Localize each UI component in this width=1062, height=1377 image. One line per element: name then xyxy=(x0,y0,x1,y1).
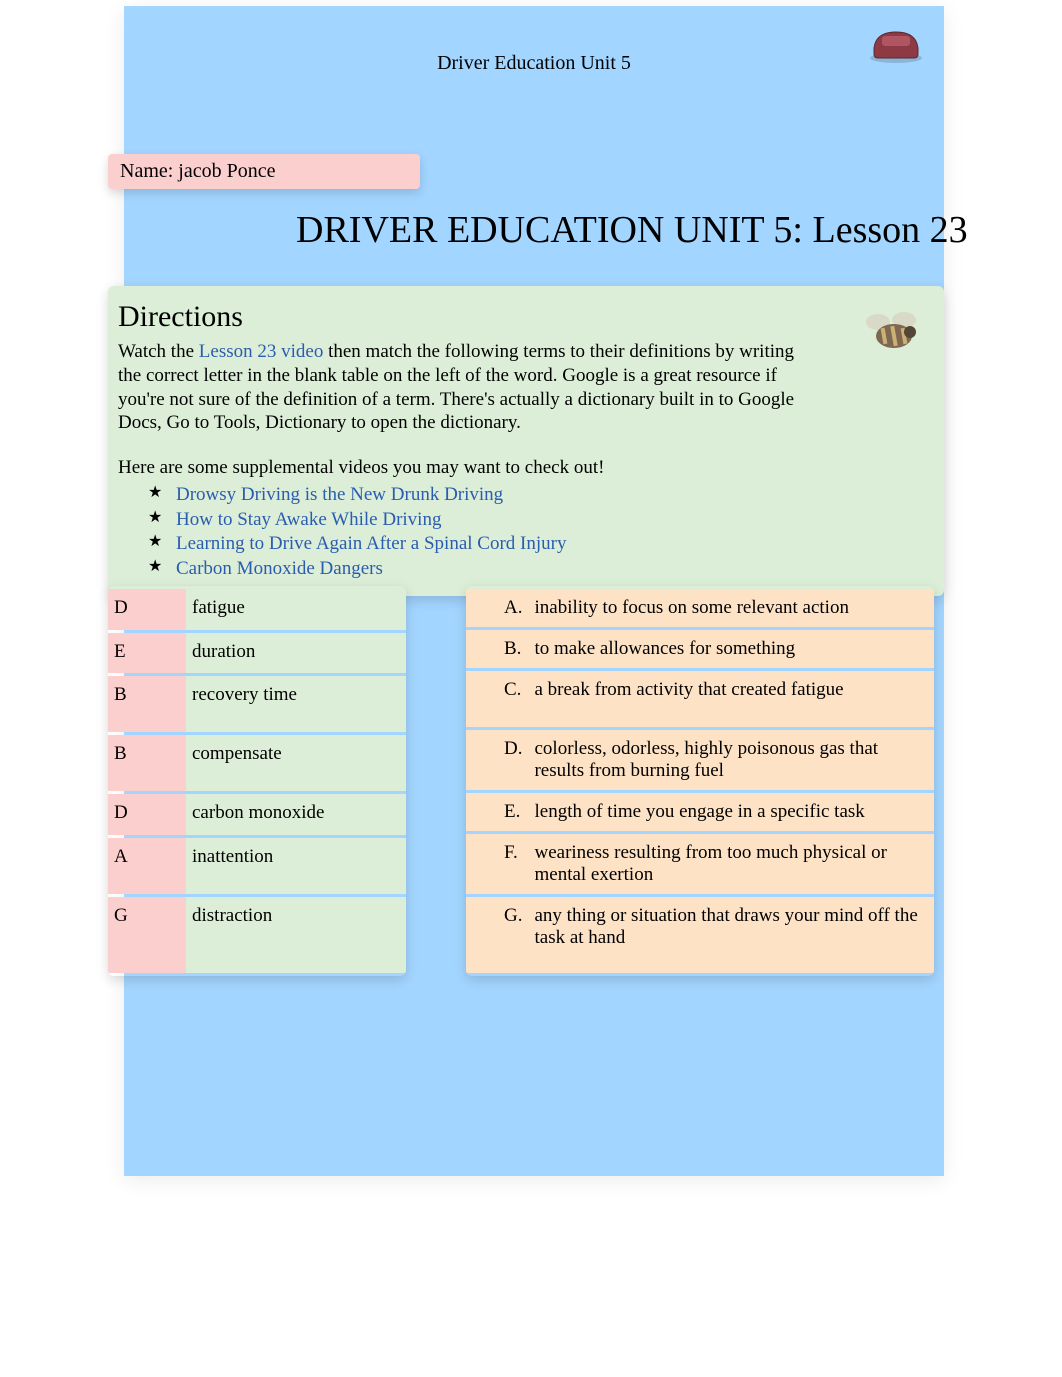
supp-link-1[interactable]: How to Stay Awake While Driving xyxy=(176,509,441,530)
page-header-title: Driver Education Unit 5 xyxy=(124,6,944,75)
definitions-table: A. inability to focus on some relevant a… xyxy=(466,586,934,976)
document-background: Driver Education Unit 5 Name: jacob Ponc… xyxy=(124,6,944,1176)
term-cell: fatigue xyxy=(186,589,406,630)
list-item: Carbon Monoxide Dangers xyxy=(148,557,934,582)
table-row: G distraction xyxy=(108,897,406,973)
def-text: inability to focus on some relevant acti… xyxy=(528,589,934,627)
def-letter: A. xyxy=(498,589,528,627)
list-item: Drowsy Driving is the New Drunk Driving xyxy=(148,483,934,508)
directions-body: Watch the Lesson 23 video then match the… xyxy=(118,340,798,435)
table-row: E duration xyxy=(108,633,406,674)
def-text: length of time you engage in a specific … xyxy=(528,793,934,831)
answer-cell[interactable]: G xyxy=(108,897,186,973)
answer-cell[interactable]: D xyxy=(108,589,186,630)
table-row: C. a break from activity that created fa… xyxy=(466,671,934,727)
directions-pre: Watch the xyxy=(118,341,199,362)
matching-tables: D fatigue E duration B recovery time B c… xyxy=(108,586,944,976)
list-item: How to Stay Awake While Driving xyxy=(148,508,934,533)
supplemental-intro: Here are some supplemental videos you ma… xyxy=(118,457,934,479)
terms-table: D fatigue E duration B recovery time B c… xyxy=(108,586,406,976)
def-text: to make allowances for something xyxy=(528,630,934,668)
term-cell: recovery time xyxy=(186,676,406,732)
supplemental-links: Drowsy Driving is the New Drunk Driving … xyxy=(118,483,934,582)
list-item: Learning to Drive Again After a Spinal C… xyxy=(148,532,934,557)
def-letter: F. xyxy=(498,834,528,894)
def-text: weariness resulting from too much physic… xyxy=(528,834,934,894)
directions-heading: Directions xyxy=(118,300,934,334)
def-pad xyxy=(466,589,498,627)
answer-cell[interactable]: B xyxy=(108,676,186,732)
supp-link-3[interactable]: Carbon Monoxide Dangers xyxy=(176,558,383,579)
answer-cell[interactable]: B xyxy=(108,735,186,791)
term-cell: carbon monoxide xyxy=(186,794,406,835)
table-row: B. to make allowances for something xyxy=(466,630,934,668)
bee-icon xyxy=(858,302,932,356)
table-row: A. inability to focus on some relevant a… xyxy=(466,589,934,627)
answer-cell[interactable]: E xyxy=(108,633,186,674)
table-row: F. weariness resulting from too much phy… xyxy=(466,834,934,894)
table-row: D. colorless, odorless, highly poisonous… xyxy=(466,730,934,790)
table-row: G. any thing or situation that draws you… xyxy=(466,897,934,973)
table-row: D fatigue xyxy=(108,589,406,630)
directions-panel: Directions Watch the Lesson 23 video the… xyxy=(108,286,944,596)
term-cell: compensate xyxy=(186,735,406,791)
supp-link-2[interactable]: Learning to Drive Again After a Spinal C… xyxy=(176,533,566,554)
def-letter: E. xyxy=(498,793,528,831)
supp-link-0[interactable]: Drowsy Driving is the New Drunk Driving xyxy=(176,484,503,505)
term-cell: inattention xyxy=(186,838,406,894)
def-text: a break from activity that created fatig… xyxy=(528,671,934,727)
def-letter: B. xyxy=(498,630,528,668)
table-row: B compensate xyxy=(108,735,406,791)
def-letter: D. xyxy=(498,730,528,790)
def-text: colorless, odorless, highly poisonous ga… xyxy=(528,730,934,790)
table-row: A inattention xyxy=(108,838,406,894)
lesson-video-link[interactable]: Lesson 23 video xyxy=(199,341,324,362)
table-row: E. length of time you engage in a specif… xyxy=(466,793,934,831)
table-row: D carbon monoxide xyxy=(108,794,406,835)
car-icon xyxy=(864,18,928,66)
table-row: B recovery time xyxy=(108,676,406,732)
answer-cell[interactable]: A xyxy=(108,838,186,894)
def-letter: G. xyxy=(498,897,528,973)
answer-cell[interactable]: D xyxy=(108,794,186,835)
lesson-title: DRIVER EDUCATION UNIT 5: Lesson 23 xyxy=(296,208,968,252)
name-field: Name: jacob Ponce xyxy=(108,154,420,189)
def-letter: C. xyxy=(498,671,528,727)
term-cell: distraction xyxy=(186,897,406,973)
def-text: any thing or situation that draws your m… xyxy=(528,897,934,973)
page: Driver Education Unit 5 Name: jacob Ponc… xyxy=(0,6,1062,1176)
term-cell: duration xyxy=(186,633,406,674)
